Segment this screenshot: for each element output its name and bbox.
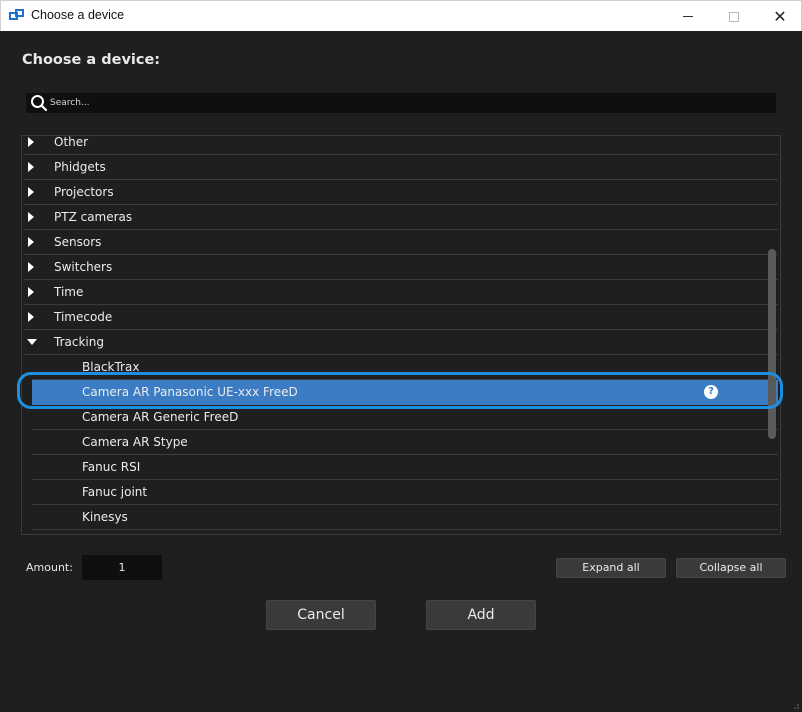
amount-field[interactable] bbox=[82, 555, 162, 580]
tree-item-camera-ar-stype[interactable]: Camera AR Stype bbox=[32, 430, 778, 455]
page-title: Choose a device: bbox=[22, 52, 161, 68]
tree-item-fanuc-rsi[interactable]: Fanuc RSI bbox=[32, 455, 778, 480]
tree-item-label: Camera AR Stype bbox=[82, 435, 188, 449]
close-icon: ✕ bbox=[773, 6, 787, 26]
tree-category-label: Other bbox=[54, 135, 89, 149]
expand-arrow-icon[interactable] bbox=[28, 137, 34, 147]
collapse-all-button[interactable]: Collapse all bbox=[676, 558, 786, 578]
device-tree: Other Phidgets Projectors PTZ cameras Se… bbox=[21, 135, 781, 535]
tree-category-time[interactable]: Time bbox=[24, 280, 778, 305]
tree-category-label: Sensors bbox=[54, 235, 102, 249]
tree-category-other[interactable]: Other bbox=[24, 135, 778, 155]
tree-category-label: Projectors bbox=[54, 185, 114, 199]
tree-category-label: Tracking bbox=[54, 335, 104, 349]
collapse-arrow-icon[interactable] bbox=[27, 339, 37, 345]
tree-category-ptz-cameras[interactable]: PTZ cameras bbox=[24, 205, 778, 230]
tree-item-fanuc-joint[interactable]: Fanuc joint bbox=[32, 480, 778, 505]
tree-item-label: Camera AR Generic FreeD bbox=[82, 410, 239, 424]
tree-category-switchers[interactable]: Switchers bbox=[24, 255, 778, 280]
tree-category-label: Timecode bbox=[54, 310, 113, 324]
search-input[interactable] bbox=[50, 93, 770, 113]
expand-all-button[interactable]: Expand all bbox=[556, 558, 666, 578]
amount-label: Amount: bbox=[26, 561, 73, 574]
add-button[interactable]: Add bbox=[426, 600, 536, 630]
maximize-button[interactable] bbox=[711, 1, 757, 32]
tree-item-blacktrax[interactable]: BlackTrax bbox=[32, 355, 778, 380]
tree-category-label: PTZ cameras bbox=[54, 210, 133, 224]
tree-category-label: Switchers bbox=[54, 260, 113, 274]
tree-category-sensors[interactable]: Sensors bbox=[24, 230, 778, 255]
tree-item-label: Fanuc joint bbox=[82, 485, 148, 499]
window-title: Choose a device bbox=[31, 8, 125, 22]
help-icon[interactable]: ? bbox=[704, 385, 718, 399]
tree-item-label: BlackTrax bbox=[82, 360, 140, 374]
search-box[interactable] bbox=[26, 93, 776, 113]
expand-arrow-icon[interactable] bbox=[28, 262, 34, 272]
tree-item-kinesys[interactable]: Kinesys bbox=[32, 505, 778, 530]
tree-category-projectors[interactable]: Projectors bbox=[24, 180, 778, 205]
expand-arrow-icon[interactable] bbox=[28, 212, 34, 222]
tree-item-camera-ar-panasonic[interactable]: Camera AR Panasonic UE-xxx FreeD ? bbox=[32, 380, 778, 405]
expand-arrow-icon[interactable] bbox=[28, 237, 34, 247]
tree-category-tracking[interactable]: Tracking bbox=[24, 330, 778, 355]
app-logo-icon bbox=[9, 9, 24, 20]
title-bar: Choose a device ✕ bbox=[0, 0, 802, 31]
tree-item-label: Kinesys bbox=[82, 510, 128, 524]
tree-category-label: Phidgets bbox=[54, 160, 106, 174]
cancel-button[interactable]: Cancel bbox=[266, 600, 376, 630]
minimize-button[interactable] bbox=[665, 1, 711, 32]
search-icon bbox=[31, 95, 48, 112]
expand-arrow-icon[interactable] bbox=[28, 187, 34, 197]
tree-category-phidgets[interactable]: Phidgets bbox=[24, 155, 778, 180]
resize-grip-icon[interactable] bbox=[792, 702, 800, 710]
tree-category-timecode[interactable]: Timecode bbox=[24, 305, 778, 330]
expand-arrow-icon[interactable] bbox=[28, 287, 34, 297]
close-button[interactable]: ✕ bbox=[757, 1, 802, 32]
tree-item-label: Camera AR Panasonic UE-xxx FreeD bbox=[82, 385, 298, 399]
expand-arrow-icon[interactable] bbox=[28, 162, 34, 172]
minimize-icon bbox=[683, 16, 693, 17]
expand-arrow-icon[interactable] bbox=[28, 312, 34, 322]
tree-category-label: Time bbox=[54, 285, 84, 299]
tree-item-camera-ar-generic-freed[interactable]: Camera AR Generic FreeD bbox=[32, 405, 778, 430]
tree-scrollbar[interactable] bbox=[768, 249, 776, 439]
maximize-icon bbox=[729, 11, 739, 22]
tree-item-label: Fanuc RSI bbox=[82, 460, 141, 474]
